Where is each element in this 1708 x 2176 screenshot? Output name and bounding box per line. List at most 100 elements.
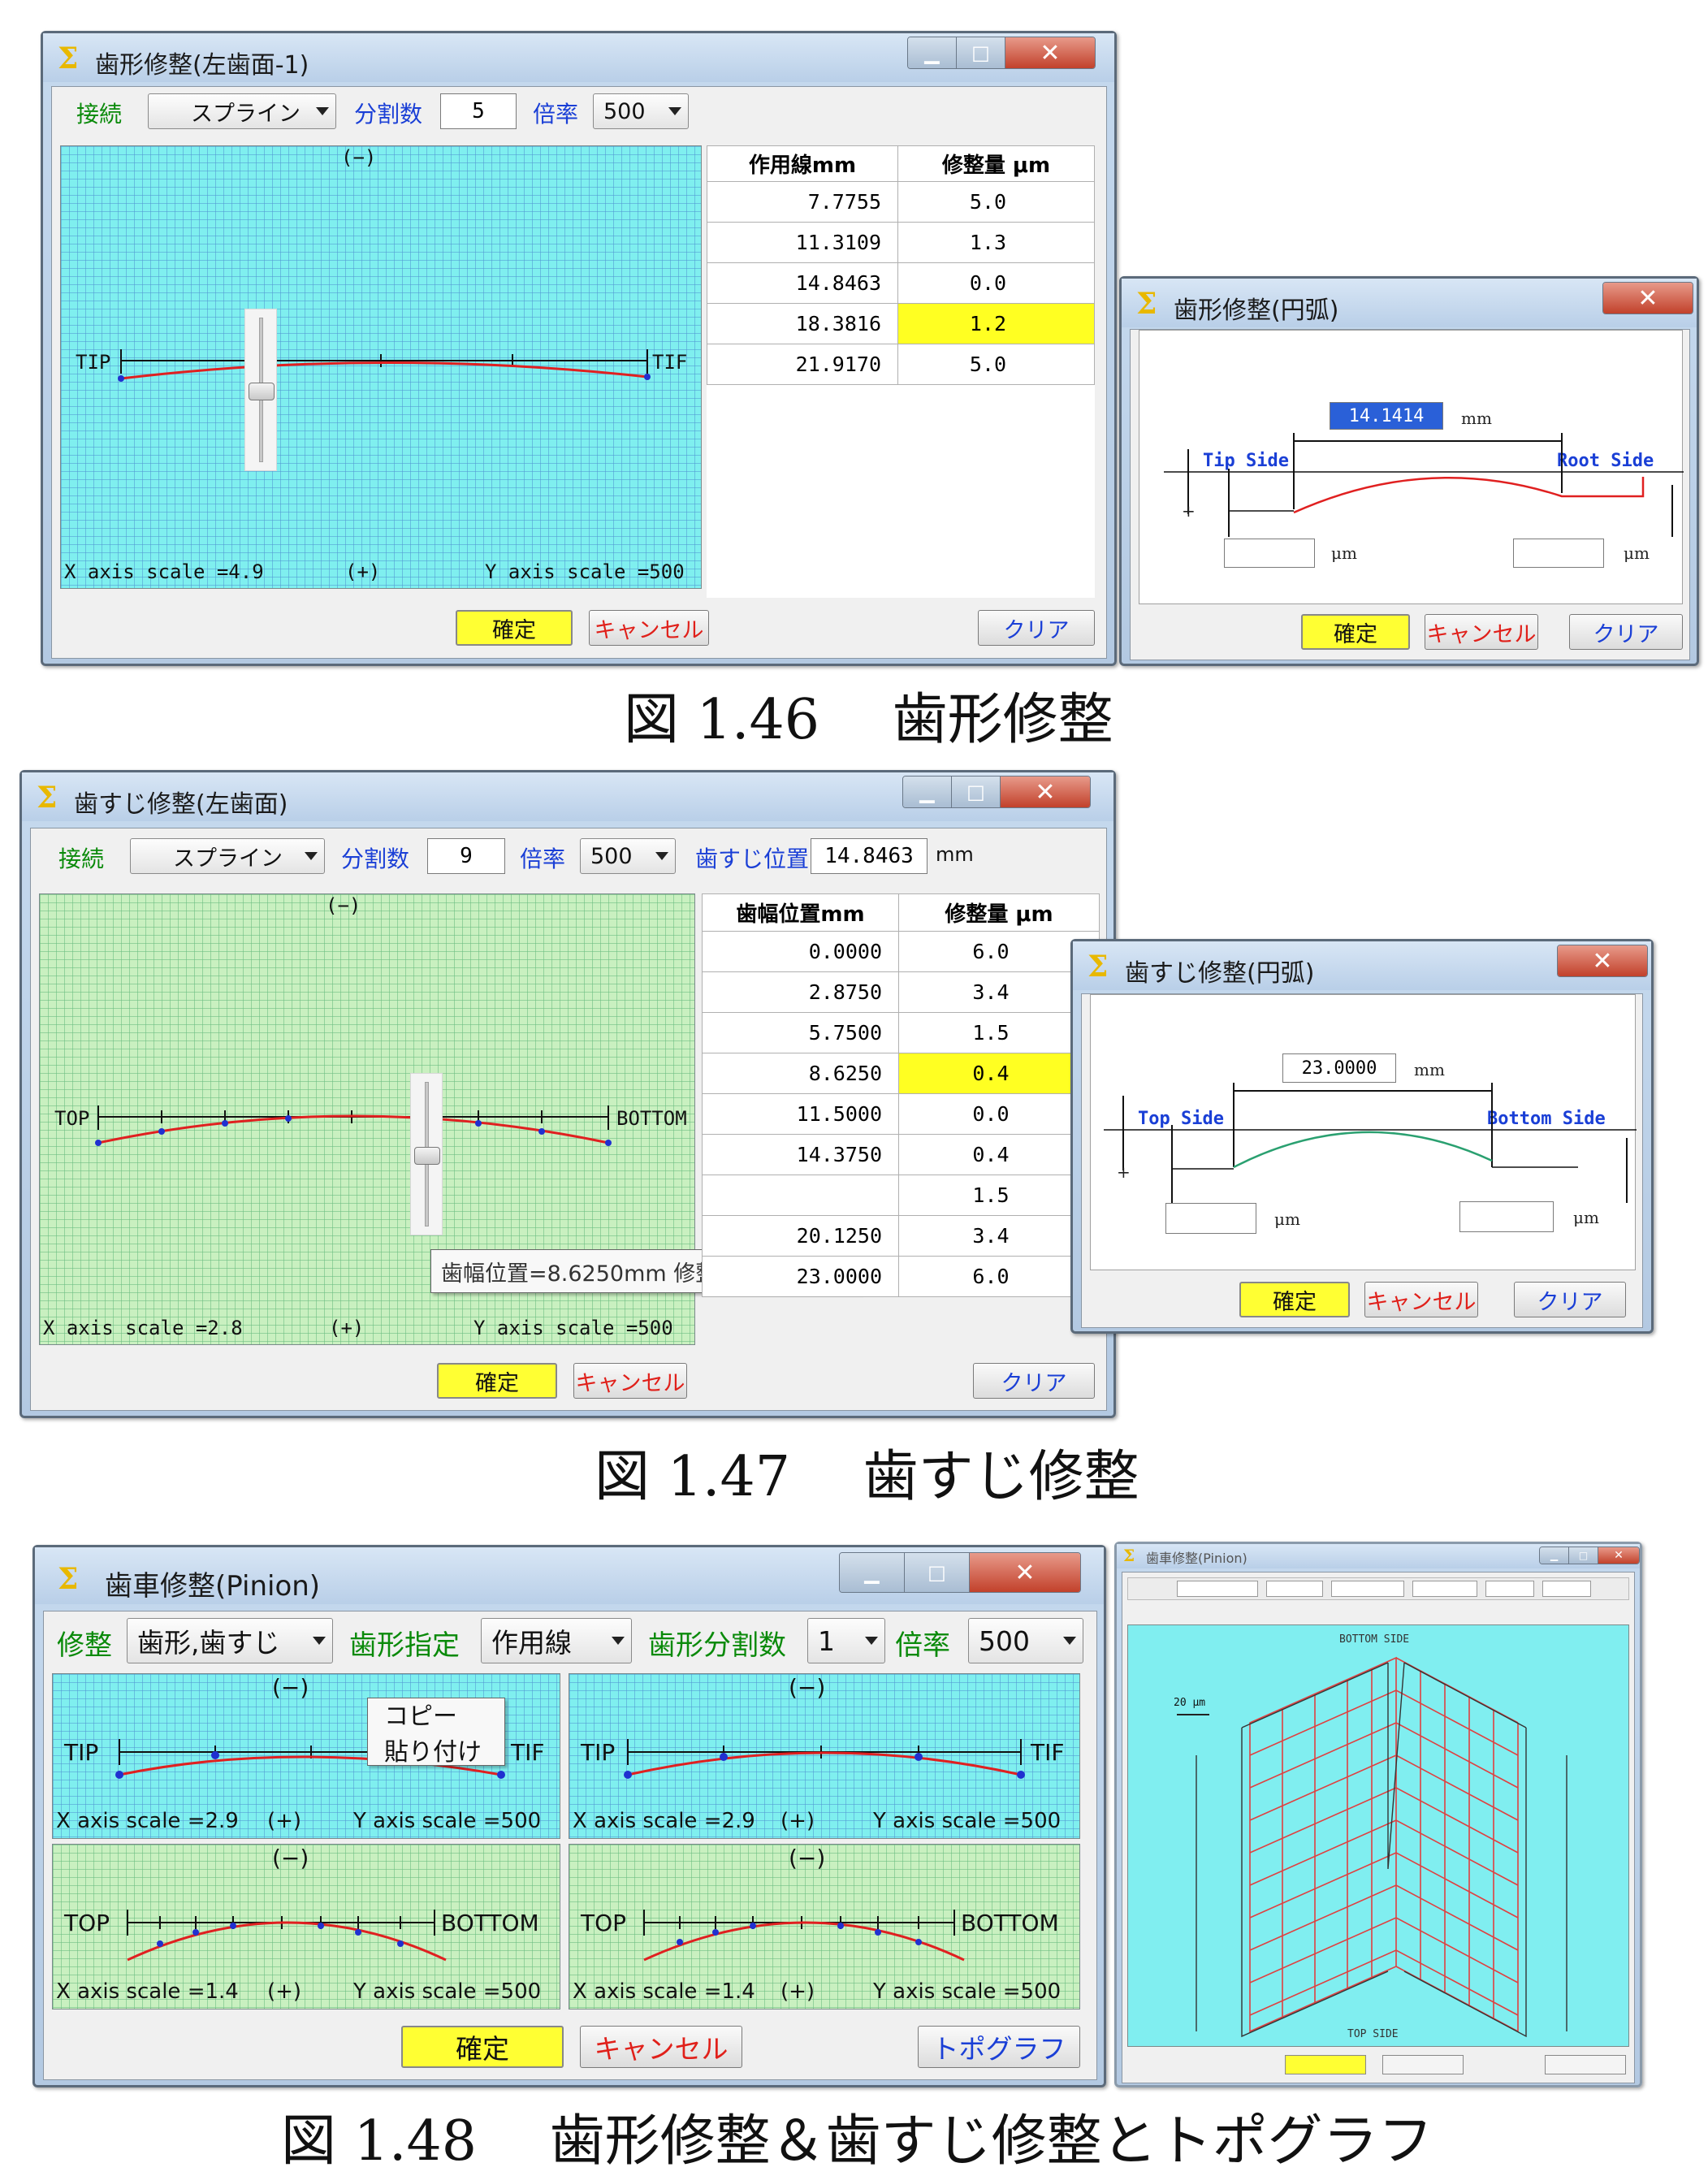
table-row[interactable]: 20.1250 3.4 bbox=[702, 1215, 1100, 1257]
title-bar[interactable]: Σ 歯すじ修整(円弧) ✕ bbox=[1073, 941, 1651, 990]
clear-button[interactable]: クリア bbox=[973, 1363, 1095, 1399]
cancel-button[interactable]: キャンセル bbox=[1364, 1282, 1478, 1317]
cell[interactable]: 1.5 bbox=[898, 1012, 1100, 1053]
cell[interactable]: 0.0 bbox=[898, 1093, 1100, 1135]
close-button[interactable]: ✕ bbox=[1005, 37, 1095, 68]
close-button[interactable]: ✕ bbox=[970, 1553, 1080, 1592]
table-row[interactable]: 8.6250 0.4 bbox=[702, 1053, 1100, 1094]
conn-combo[interactable]: スプライン bbox=[148, 93, 336, 129]
table-row[interactable]: 1.5 bbox=[702, 1175, 1100, 1216]
cell[interactable]: 11.5000 bbox=[702, 1093, 899, 1135]
cell[interactable]: 20.1250 bbox=[702, 1215, 899, 1257]
table-row[interactable]: 5.7500 1.5 bbox=[702, 1012, 1100, 1053]
maximize-button[interactable]: □ bbox=[1569, 1547, 1598, 1564]
cell[interactable]: 2.8750 bbox=[702, 971, 899, 1013]
ok-button[interactable]: 確定 bbox=[1239, 1282, 1350, 1317]
title-bar[interactable]: Σ 歯形修整(左歯面-1) ▁ □ ✕ bbox=[43, 33, 1114, 82]
pos-input[interactable]: 14.8463 bbox=[811, 838, 928, 874]
profile-plot-right[interactable]: (−) TIP TIF X axis scale =2.9 (+) Y axis… bbox=[569, 1673, 1080, 1839]
cell[interactable] bbox=[702, 1175, 899, 1216]
mod-slider[interactable] bbox=[410, 1073, 443, 1235]
topograph-button[interactable] bbox=[1545, 2055, 1626, 2074]
title-bar[interactable]: Σ 歯すじ修整(左歯面) ▁ □ ✕ bbox=[22, 772, 1113, 821]
cell[interactable]: 1.5 bbox=[898, 1175, 1100, 1216]
bottom-um-input[interactable] bbox=[1459, 1201, 1554, 1232]
clear-button[interactable]: クリア bbox=[1514, 1282, 1626, 1317]
title-bar[interactable]: Σ 歯車修整(Pinion) ▁ □ ✕ bbox=[35, 1547, 1104, 1604]
minimize-button[interactable]: ▁ bbox=[1540, 1547, 1569, 1564]
close-button[interactable]: ✕ bbox=[1603, 283, 1693, 314]
table-row[interactable]: 18.3816 1.2 bbox=[707, 303, 1095, 344]
cell[interactable]: 7.7755 bbox=[707, 181, 898, 223]
cell[interactable]: 0.0 bbox=[897, 262, 1095, 304]
cell[interactable]: 5.7500 bbox=[702, 1012, 899, 1053]
top-um-input[interactable] bbox=[1165, 1203, 1256, 1234]
ok-button[interactable]: 確定 bbox=[437, 1363, 557, 1399]
div-combo[interactable]: 1 bbox=[807, 1618, 885, 1663]
cell[interactable]: 0.0000 bbox=[702, 931, 899, 972]
mag-combo[interactable]: 500 bbox=[593, 93, 689, 129]
cell[interactable]: 14.8463 bbox=[707, 262, 898, 304]
table-row[interactable]: 0.0000 6.0 bbox=[702, 931, 1100, 972]
table-row[interactable]: 14.3750 0.4 bbox=[702, 1134, 1100, 1175]
close-button[interactable]: ✕ bbox=[1598, 1547, 1639, 1564]
table-row[interactable]: 11.3109 1.3 bbox=[707, 222, 1095, 263]
mag-combo[interactable]: 500 bbox=[580, 838, 676, 874]
cancel-button[interactable] bbox=[1382, 2055, 1464, 2074]
ok-button[interactable] bbox=[1285, 2055, 1366, 2074]
cell[interactable]: 1.3 bbox=[897, 222, 1095, 263]
cell[interactable]: 8.6250 bbox=[702, 1053, 899, 1094]
table-row[interactable]: 23.0000 6.0 bbox=[702, 1256, 1100, 1297]
cell[interactable]: 11.3109 bbox=[707, 222, 898, 263]
close-button[interactable]: ✕ bbox=[1001, 777, 1090, 807]
mod-table[interactable]: 歯幅位置mm 修整量 μm 0.0000 6.0 2.8750 3.4 5.7500 1… bbox=[702, 893, 1100, 1297]
maximize-button[interactable]: □ bbox=[952, 777, 1001, 807]
cell[interactable]: 6.0 bbox=[898, 1256, 1100, 1297]
spec-combo[interactable]: 作用線 bbox=[481, 1618, 632, 1663]
cell[interactable]: 23.0000 bbox=[702, 1256, 899, 1297]
cell[interactable]: 5.0 bbox=[897, 181, 1095, 223]
lead-plot-left[interactable]: (−) TOP BOTTOM X axis scale =1.4 (+) Y a… bbox=[52, 1844, 560, 2009]
close-button[interactable]: ✕ bbox=[1558, 945, 1647, 976]
minimize-button[interactable]: ▁ bbox=[908, 37, 957, 68]
minimize-button[interactable]: ▁ bbox=[840, 1553, 905, 1592]
table-row[interactable]: 7.7755 5.0 bbox=[707, 181, 1095, 223]
cell[interactable]: 14.3750 bbox=[702, 1134, 899, 1175]
table-row[interactable]: 2.8750 3.4 bbox=[702, 971, 1100, 1013]
lead-plot-right[interactable]: (−) TOP BOTTOM X axis scale =1.4 (+) Y a… bbox=[569, 1844, 1080, 2009]
cell-selected[interactable]: 1.2 bbox=[897, 303, 1095, 344]
clear-button[interactable]: クリア bbox=[1569, 614, 1683, 650]
cell[interactable]: 21.9170 bbox=[707, 344, 898, 385]
ok-button[interactable]: 確定 bbox=[1301, 614, 1410, 650]
clear-button[interactable]: クリア bbox=[978, 610, 1095, 646]
cell[interactable]: 6.0 bbox=[898, 931, 1100, 972]
minimize-button[interactable]: ▁ bbox=[903, 777, 952, 807]
cancel-button[interactable]: キャンセル bbox=[573, 1363, 687, 1399]
table-row[interactable]: 11.5000 0.0 bbox=[702, 1093, 1100, 1135]
mod-combo[interactable]: 歯形,歯すじ bbox=[127, 1618, 333, 1663]
ok-button[interactable]: 確定 bbox=[456, 610, 573, 646]
topograph-view[interactable]: 20 μm BOTTOM SIDE TOP SIDE bbox=[1127, 1624, 1629, 2047]
table-row[interactable]: 21.9170 5.0 bbox=[707, 344, 1095, 385]
root-um-input[interactable] bbox=[1513, 539, 1604, 568]
profile-plot[interactable]: (−) TIP TIF X axis scale =4.9 (+) Y axis… bbox=[60, 145, 702, 589]
cancel-button[interactable]: キャンセル bbox=[589, 610, 709, 646]
div-input[interactable]: 9 bbox=[427, 838, 505, 874]
cell[interactable]: 3.4 bbox=[898, 971, 1100, 1013]
ok-button[interactable]: 確定 bbox=[401, 2026, 564, 2068]
context-menu[interactable]: コピー 貼り付け bbox=[367, 1696, 505, 1767]
cell[interactable]: 0.4 bbox=[898, 1134, 1100, 1175]
copy-menu-item[interactable]: コピー bbox=[384, 1696, 457, 1732]
cell[interactable]: 18.3816 bbox=[707, 303, 898, 344]
mod-slider[interactable] bbox=[244, 309, 277, 471]
mod-table[interactable]: 作用線mm 修整量 μm 7.7755 5.0 11.3109 1.3 14.8463… bbox=[707, 145, 1095, 598]
topograph-button[interactable]: トポグラフ bbox=[918, 2026, 1080, 2068]
table-row[interactable]: 14.8463 0.0 bbox=[707, 262, 1095, 304]
conn-combo[interactable]: スプライン bbox=[130, 838, 325, 874]
maximize-button[interactable]: □ bbox=[905, 1553, 970, 1592]
div-input[interactable]: 5 bbox=[440, 93, 517, 129]
cancel-button[interactable]: キャンセル bbox=[1425, 614, 1538, 650]
cell[interactable]: 3.4 bbox=[898, 1215, 1100, 1257]
maximize-button[interactable]: □ bbox=[957, 37, 1005, 68]
title-bar[interactable]: Σ 歯形修整(円弧) ✕ bbox=[1122, 279, 1697, 327]
